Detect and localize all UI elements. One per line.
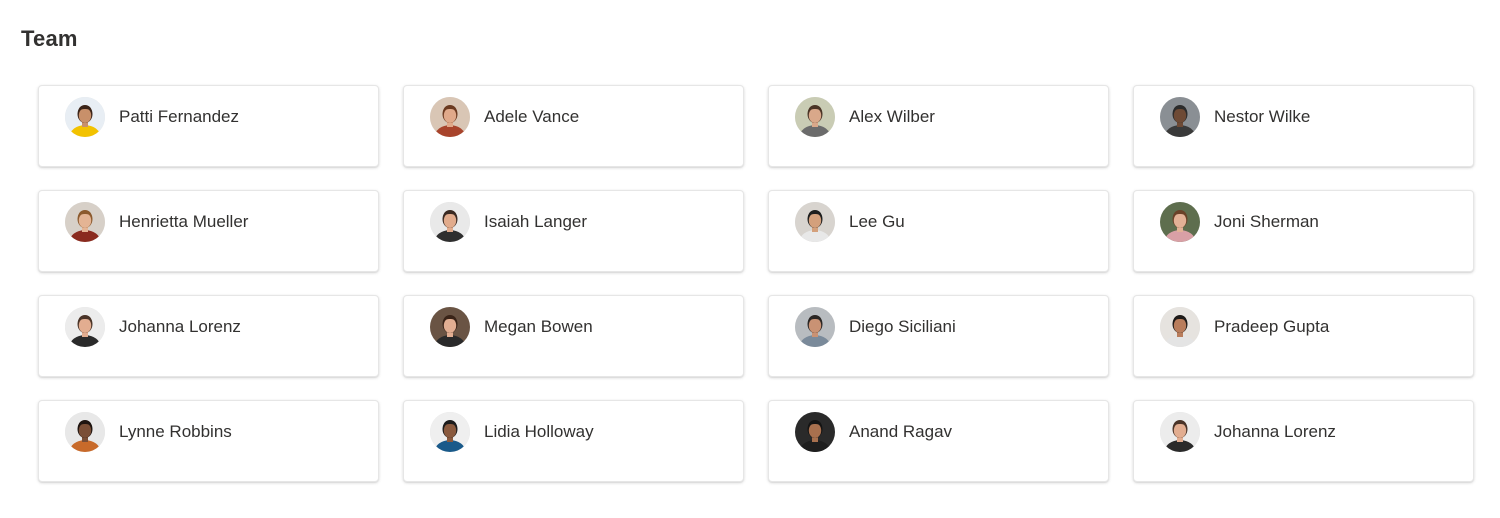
person-name: Johanna Lorenz — [1214, 422, 1336, 441]
avatar — [430, 307, 470, 347]
person-name: Henrietta Mueller — [119, 212, 249, 231]
person-name: Anand Ragav — [849, 422, 953, 441]
person-name: Joni Sherman — [1214, 212, 1319, 231]
person-card[interactable]: Pradeep Gupta — [1133, 295, 1474, 377]
person-card[interactable]: Alex Wilber — [768, 85, 1109, 167]
person-card[interactable]: Diego Siciliani — [768, 295, 1109, 377]
person-card[interactable]: Megan Bowen — [403, 295, 744, 377]
person-name: Lidia Holloway — [484, 422, 594, 441]
person-card[interactable]: Henrietta Mueller — [38, 190, 379, 272]
section-title: Team — [21, 26, 78, 51]
avatar — [430, 97, 470, 137]
avatar — [65, 412, 105, 452]
person-name: Lee Gu — [849, 212, 905, 231]
person-card[interactable]: Anand Ragav — [768, 400, 1109, 482]
avatar — [795, 97, 835, 137]
person-name: Megan Bowen — [484, 317, 593, 336]
person-name: Pradeep Gupta — [1214, 317, 1330, 336]
person-name: Patti Fernandez — [119, 107, 240, 126]
team-grid: Patti Fernandez Adele Vance Alex Wilber Nes… — [38, 85, 1474, 482]
person-card[interactable]: Lidia Holloway — [403, 400, 744, 482]
person-card[interactable]: Lee Gu — [768, 190, 1109, 272]
person-name: Diego Siciliani — [849, 317, 956, 336]
avatar — [1160, 307, 1200, 347]
avatar — [430, 202, 470, 242]
person-name: Nestor Wilke — [1214, 107, 1311, 126]
avatar — [1160, 97, 1200, 137]
avatar — [430, 412, 470, 452]
person-card[interactable]: Patti Fernandez — [38, 85, 379, 167]
avatar — [1160, 412, 1200, 452]
person-card[interactable]: Johanna Lorenz — [1133, 400, 1474, 482]
avatar — [65, 307, 105, 347]
person-card[interactable]: Joni Sherman — [1133, 190, 1474, 272]
avatar — [1160, 202, 1200, 242]
person-name: Adele Vance — [484, 107, 580, 126]
avatar — [795, 202, 835, 242]
person-name: Isaiah Langer — [484, 212, 588, 231]
team-page: Team Patti Fernandez Adele Vance Alex Wilb… — [0, 0, 1500, 518]
person-card[interactable]: Isaiah Langer — [403, 190, 744, 272]
person-card[interactable]: Johanna Lorenz — [38, 295, 379, 377]
person-name: Lynne Robbins — [119, 422, 232, 441]
person-card[interactable]: Lynne Robbins — [38, 400, 379, 482]
person-card[interactable]: Nestor Wilke — [1133, 85, 1474, 167]
avatar — [65, 202, 105, 242]
person-name: Alex Wilber — [849, 107, 935, 126]
avatar — [65, 97, 105, 137]
person-card[interactable]: Adele Vance — [403, 85, 744, 167]
avatar — [795, 307, 835, 347]
avatar — [795, 412, 835, 452]
person-name: Johanna Lorenz — [119, 317, 241, 336]
